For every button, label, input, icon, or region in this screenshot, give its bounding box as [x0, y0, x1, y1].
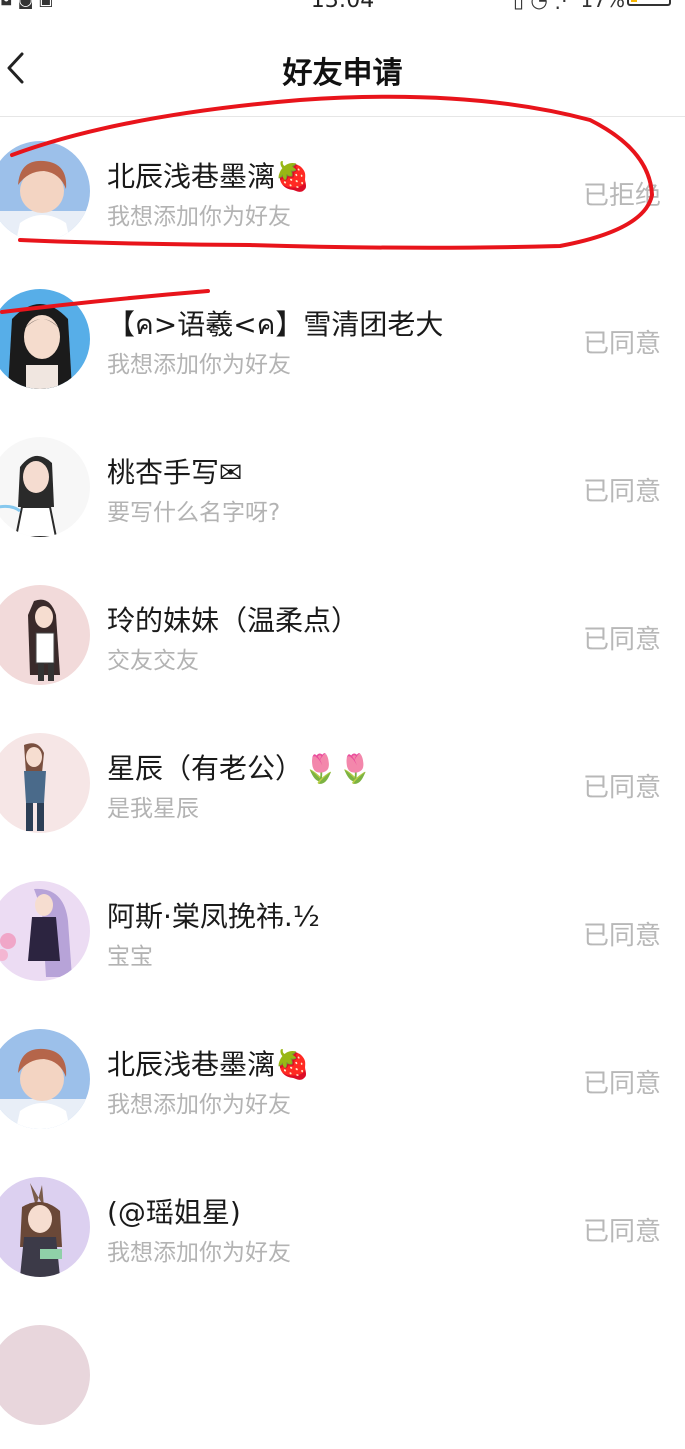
friend-request-row[interactable]: 星辰（有老公）🌷🌷 是我星辰 已同意	[0, 709, 685, 857]
request-name: 桃杏手写✉	[107, 456, 243, 489]
request-status: 已拒绝	[582, 181, 661, 211]
avatar[interactable]	[0, 1177, 90, 1277]
request-message: 宝宝	[107, 944, 153, 970]
friend-request-row[interactable]: 【ค>语羲<ค】雪清团老大 我想添加你为好友 已同意	[0, 265, 685, 413]
friend-request-row[interactable]: 北辰浅巷墨漓🍓 我想添加你为好友 已拒绝	[0, 117, 685, 265]
friend-request-row[interactable]: 玲的妹妹（温柔点） 交友交友 已同意	[0, 561, 685, 709]
avatar[interactable]	[0, 289, 90, 389]
status-right-icons: ▯ ◔ ⋰ 17%	[513, 0, 625, 12]
request-message: 我想添加你为好友	[107, 1092, 291, 1118]
friend-request-list: 北辰浅巷墨漓🍓 我想添加你为好友 已拒绝 【ค>语羲<ค】雪清团老大 我想添加你…	[0, 117, 685, 1449]
friend-request-row-partial[interactable]	[0, 1301, 685, 1449]
request-status: 已同意	[582, 1069, 661, 1099]
request-name: 阿斯·棠凤挽祎.½	[107, 900, 320, 933]
friend-request-row[interactable]: 北辰浅巷墨漓🍓 我想添加你为好友 已同意	[0, 1005, 685, 1153]
avatar[interactable]	[0, 733, 90, 833]
request-message: 我想添加你为好友	[107, 352, 291, 378]
request-message: 我想添加你为好友	[107, 1240, 291, 1266]
request-name: 星辰（有老公）🌷🌷	[107, 752, 373, 785]
avatar[interactable]	[0, 1029, 90, 1129]
request-name: (@瑶姐星)	[107, 1196, 241, 1229]
nav-bar: 好友申请	[0, 22, 685, 117]
status-bar: ◘ ◙ ▣ 13:04 ▯ ◔ ⋰ 17%	[0, 0, 685, 14]
battery-icon	[627, 0, 671, 6]
request-name: 北辰浅巷墨漓🍓	[107, 160, 310, 193]
friend-request-row[interactable]: (@瑶姐星) 我想添加你为好友 已同意	[0, 1153, 685, 1301]
request-name: 【ค>语羲<ค】雪清团老大	[107, 308, 444, 341]
request-status: 已同意	[582, 921, 661, 951]
request-name: 玲的妹妹（温柔点）	[107, 604, 360, 637]
request-status: 已同意	[582, 773, 661, 803]
friend-request-row[interactable]: 阿斯·棠凤挽祎.½ 宝宝 已同意	[0, 857, 685, 1005]
avatar[interactable]	[0, 585, 90, 685]
avatar[interactable]	[0, 437, 90, 537]
request-name: 北辰浅巷墨漓🍓	[107, 1048, 310, 1081]
page-title: 好友申请	[282, 56, 403, 91]
friend-request-row[interactable]: 桃杏手写✉ 要写什么名字呀? 已同意	[0, 413, 685, 561]
request-message: 我想添加你为好友	[107, 204, 291, 230]
avatar[interactable]	[0, 141, 90, 241]
request-message: 交友交友	[107, 648, 199, 674]
avatar[interactable]	[0, 881, 90, 981]
avatar[interactable]	[0, 1325, 90, 1425]
request-message: 是我星辰	[107, 796, 199, 822]
request-status: 已同意	[582, 477, 661, 507]
request-message: 要写什么名字呀?	[107, 500, 281, 526]
request-status: 已同意	[582, 329, 661, 359]
request-status: 已同意	[582, 1217, 661, 1247]
request-status: 已同意	[582, 625, 661, 655]
